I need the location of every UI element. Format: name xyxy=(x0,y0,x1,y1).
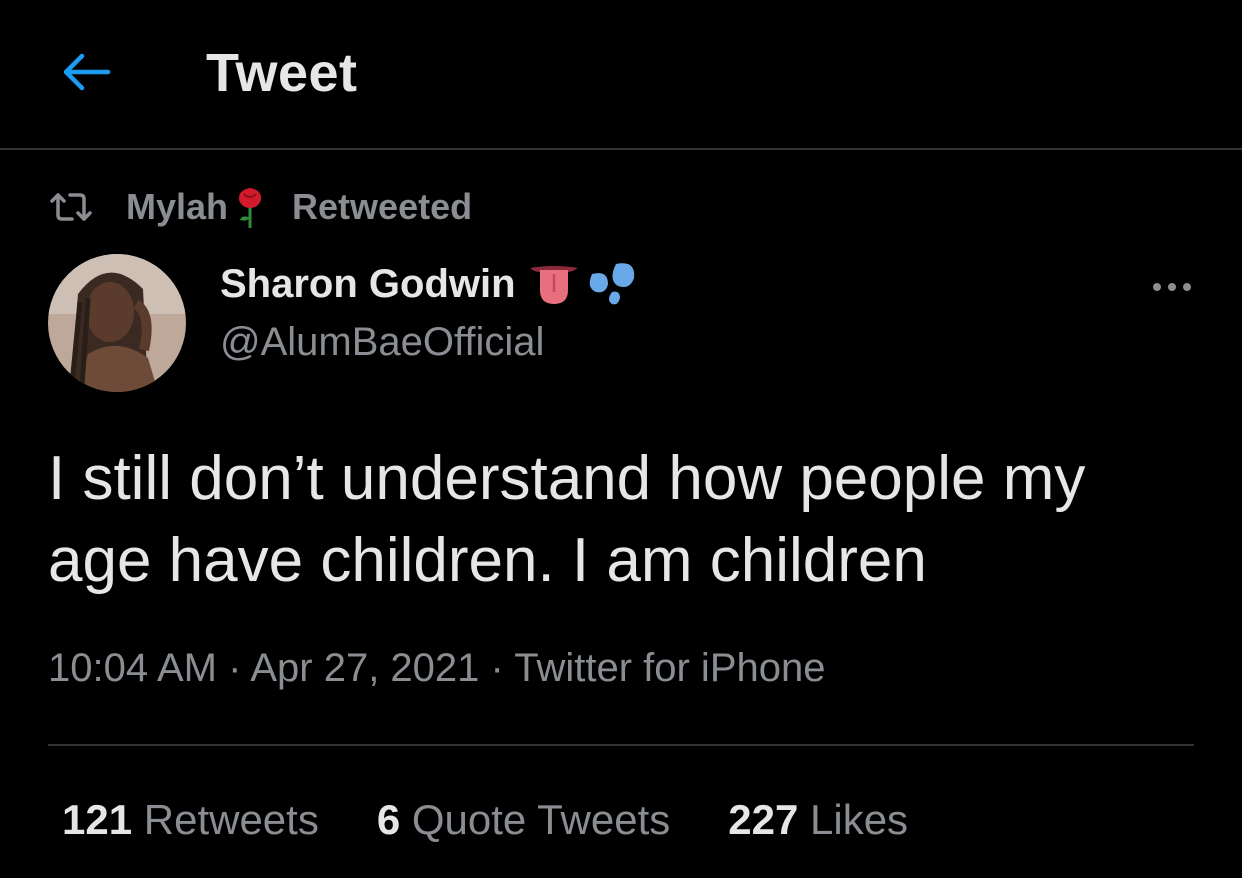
arrow-left-icon[interactable] xyxy=(58,48,114,96)
likes-label: Likes xyxy=(810,796,909,843)
sweat-droplets-icon xyxy=(589,263,634,305)
tweet-meta[interactable]: 10:04 AM · Apr 27, 2021 · Twitter for iP… xyxy=(48,646,825,691)
quote-tweets-stat[interactable]: 6 Quote Tweets xyxy=(377,796,670,844)
avatar[interactable] xyxy=(48,254,186,392)
likes-count: 227 xyxy=(728,796,799,843)
retweets-label: Retweets xyxy=(143,796,319,843)
avatar-image xyxy=(48,254,186,392)
quotes-label: Quote Tweets xyxy=(411,796,671,843)
tweet-stats: 121 Retweets 6 Quote Tweets 227 Likes xyxy=(62,796,966,844)
likes-stat[interactable]: 227 Likes xyxy=(728,796,908,844)
retweet-icon xyxy=(50,193,92,221)
retweeted-label: Retweeted xyxy=(292,186,473,227)
page-title: Tweet xyxy=(206,43,358,103)
stats-divider xyxy=(48,744,1194,746)
author-name: Sharon Godwin xyxy=(220,261,516,306)
author-handle[interactable]: @AlumBaeOfficial xyxy=(220,320,544,365)
more-dots-icon[interactable] xyxy=(1150,276,1194,298)
retweeter-name: Mylah xyxy=(126,186,229,227)
quotes-count: 6 xyxy=(376,796,401,843)
retweet-context[interactable]: Mylah Retweeted xyxy=(48,182,472,232)
retweets-stat[interactable]: 121 Retweets xyxy=(62,796,319,844)
header-divider xyxy=(0,148,1242,150)
rose-icon xyxy=(238,188,262,228)
author-name-row[interactable]: Sharon Godwin xyxy=(220,260,638,308)
top-bar: Tweet xyxy=(0,0,1242,148)
tweet-text: I still don’t understand how people my a… xyxy=(48,444,1086,595)
tongue-icon xyxy=(529,266,578,304)
retweets-count: 121 xyxy=(62,796,133,843)
